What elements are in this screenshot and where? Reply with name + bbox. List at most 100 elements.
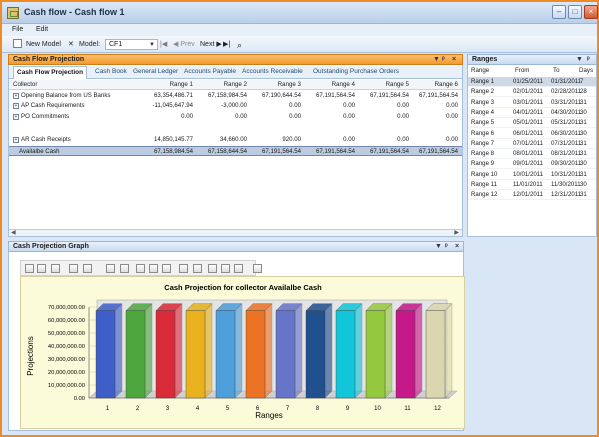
- panel-dropdown-icon[interactable]: ▼: [435, 242, 442, 251]
- tab-general-ledger[interactable]: General Ledger: [133, 68, 178, 75]
- rotate-chart-icon[interactable]: [120, 264, 129, 273]
- legend-icon[interactable]: [208, 264, 217, 273]
- tab-accounts-receivable[interactable]: Accounts Receivable: [242, 68, 303, 75]
- ranges-range-header[interactable]: Range: [471, 67, 489, 74]
- cash-flow-projection-panel: Cash Flow Projection ▼ ᵖ × Cash Flow Pro…: [8, 54, 463, 237]
- panel-close-icon[interactable]: ×: [452, 55, 456, 64]
- zoom-icon[interactable]: [162, 264, 171, 273]
- range-to: 11/30/2011: [551, 181, 581, 188]
- range-name: Range 4: [471, 108, 495, 116]
- panel-dropdown-icon[interactable]: ▼: [576, 55, 583, 64]
- range-row[interactable]: Range 7 07/01/2011 07/31/2011 31: [468, 139, 596, 149]
- tab-outstanding-purchase-orders[interactable]: Outstanding Purchase Orders: [313, 68, 399, 75]
- 3d-view-icon[interactable]: [106, 264, 115, 273]
- range-row[interactable]: Range 6 06/01/2011 06/30/2011 30: [468, 129, 596, 139]
- ranges-to-header[interactable]: To: [553, 67, 560, 74]
- first-record-icon[interactable]: |◀: [160, 39, 167, 51]
- tab-accounts-payable[interactable]: Accounts Payable: [184, 68, 236, 75]
- model-select[interactable]: CF1 ▼: [105, 39, 158, 50]
- expand-icon[interactable]: +: [13, 137, 19, 143]
- chart-data-icon[interactable]: [193, 264, 202, 273]
- delete-icon[interactable]: ✕: [68, 39, 74, 51]
- range-2-column-header[interactable]: Range 2: [191, 81, 247, 88]
- bar-11: [395, 310, 416, 399]
- range-from: 05/01/2011: [513, 119, 544, 127]
- cell-range-3: 0.00: [289, 102, 301, 109]
- expand-icon[interactable]: +: [13, 103, 19, 109]
- projection-row-ap-cash[interactable]: + AP Cash Requirements -11,045,647.94 -3,…: [9, 101, 462, 111]
- panel-close-icon[interactable]: ×: [455, 242, 459, 251]
- range-row[interactable]: Range 12 12/01/2011 12/31/2011 31: [468, 190, 596, 201]
- range-to: 06/30/2011: [551, 129, 582, 137]
- range-days: 31: [580, 119, 587, 127]
- move-right-icon[interactable]: [149, 264, 158, 273]
- scroll-right-icon[interactable]: ▶: [454, 230, 459, 236]
- bar-6: [245, 310, 266, 399]
- range-days: 31: [580, 98, 587, 106]
- range-row[interactable]: Range 4 04/01/2011 04/30/2011 30: [468, 108, 596, 118]
- pin-icon[interactable]: ᵖ: [587, 55, 590, 64]
- projection-row-opening-balance[interactable]: + Opening Balance from US Banks 63,354,48…: [9, 91, 462, 101]
- range-3-column-header[interactable]: Range 3: [245, 81, 301, 88]
- expand-icon[interactable]: +: [13, 93, 19, 99]
- projection-row-po-commitments[interactable]: + PO Commitments 0.00 0.00 0.00 0.00 0.00…: [9, 112, 462, 122]
- range-row[interactable]: Range 1 01/25/2011 01/31/2011 7: [468, 77, 596, 87]
- projection-row-ar-cash[interactable]: + AR Cash Receipts 14,850,145.77 34,660.0…: [9, 135, 462, 145]
- search-icon[interactable]: ⌕: [237, 39, 242, 51]
- range-1-column-header[interactable]: Range 1: [137, 81, 193, 88]
- collector-column-header[interactable]: Collector: [13, 81, 37, 88]
- copy-chart-icon[interactable]: [25, 264, 34, 273]
- y-tick-label: 70,000,000.00: [48, 305, 85, 311]
- cell-range-5: 0.00: [397, 102, 409, 109]
- range-6-column-header[interactable]: Range 6: [402, 81, 458, 88]
- tab-cash-flow-projection[interactable]: Cash Flow Projection: [13, 66, 88, 79]
- properties-icon[interactable]: [221, 264, 230, 273]
- axis-settings-icon[interactable]: [69, 264, 78, 273]
- range-4-column-header[interactable]: Range 4: [299, 81, 355, 88]
- close-button[interactable]: ×: [584, 5, 598, 19]
- range-row[interactable]: Range 9 09/01/2011 09/30/2011 30: [468, 159, 596, 170]
- scroll-left-icon[interactable]: ◀: [11, 230, 16, 236]
- range-row[interactable]: Range 11 11/01/2011 11/30/2011 30: [468, 180, 596, 190]
- range-to: 03/31/2011: [551, 98, 582, 106]
- new-model-label: New Model: [25, 41, 61, 48]
- row-label: + PO Commitments: [13, 113, 69, 120]
- ranges-from-header[interactable]: From: [515, 67, 529, 74]
- next-button[interactable]: Next ▶: [200, 39, 222, 51]
- range-to: 12/31/2011: [551, 191, 582, 199]
- range-row[interactable]: Range 10 10/01/2011 10/31/2011 31: [468, 170, 596, 180]
- menu-file[interactable]: File: [12, 26, 23, 33]
- pin-icon[interactable]: ᵖ: [445, 242, 448, 251]
- previous-button[interactable]: ◀ Prev: [173, 39, 195, 51]
- cash-projection-chart-area: Cash Projection for collector Availalbe …: [20, 276, 465, 429]
- search-chart-icon[interactable]: [234, 264, 243, 273]
- range-row[interactable]: Range 3 03/01/2011 03/31/2011 31: [468, 98, 596, 108]
- menu-edit[interactable]: Edit: [36, 26, 48, 33]
- range-5-column-header[interactable]: Range 5: [353, 81, 409, 88]
- move-left-icon[interactable]: [136, 264, 145, 273]
- range-row[interactable]: Range 8 08/01/2011 08/31/2011 31: [468, 149, 596, 160]
- projection-horizontal-scrollbar[interactable]: ◀ ▶: [9, 229, 462, 236]
- range-row[interactable]: Range 5 05/01/2011 05/31/2011 31: [468, 118, 596, 129]
- expand-icon[interactable]: +: [13, 114, 19, 120]
- cash-projection-graph-panel: Cash Projection Graph ▼ ᵖ × Cash Project…: [8, 241, 465, 431]
- range-row[interactable]: Range 2 02/01/2011 02/28/2011 28: [468, 87, 596, 98]
- ranges-days-header[interactable]: Days: [579, 67, 593, 74]
- tab-cash-book[interactable]: Cash Book: [95, 68, 127, 75]
- range-from: 09/01/2011: [513, 160, 544, 168]
- row-label-text: Opening Balance from US Banks: [21, 92, 111, 99]
- projection-row-available-cash[interactable]: Availalbe Cash 67,158,984.54 67,158,644.…: [9, 146, 462, 156]
- chart-type-icon[interactable]: [51, 264, 60, 273]
- panel-dropdown-icon[interactable]: ▼: [433, 55, 440, 64]
- pin-icon[interactable]: ᵖ: [442, 55, 445, 64]
- options-icon[interactable]: [253, 264, 262, 273]
- edit-chart-icon[interactable]: [83, 264, 92, 273]
- last-record-icon[interactable]: ▶|: [223, 39, 230, 51]
- projection-panel-title: Cash Flow Projection: [13, 56, 85, 63]
- maximize-button[interactable]: □: [568, 5, 582, 19]
- y-tick-label: 0.00: [74, 396, 85, 402]
- minimize-button[interactable]: –: [552, 5, 566, 19]
- print-chart-icon[interactable]: [37, 264, 46, 273]
- new-model-button[interactable]: New Model: [13, 39, 61, 51]
- export-chart-icon[interactable]: [179, 264, 188, 273]
